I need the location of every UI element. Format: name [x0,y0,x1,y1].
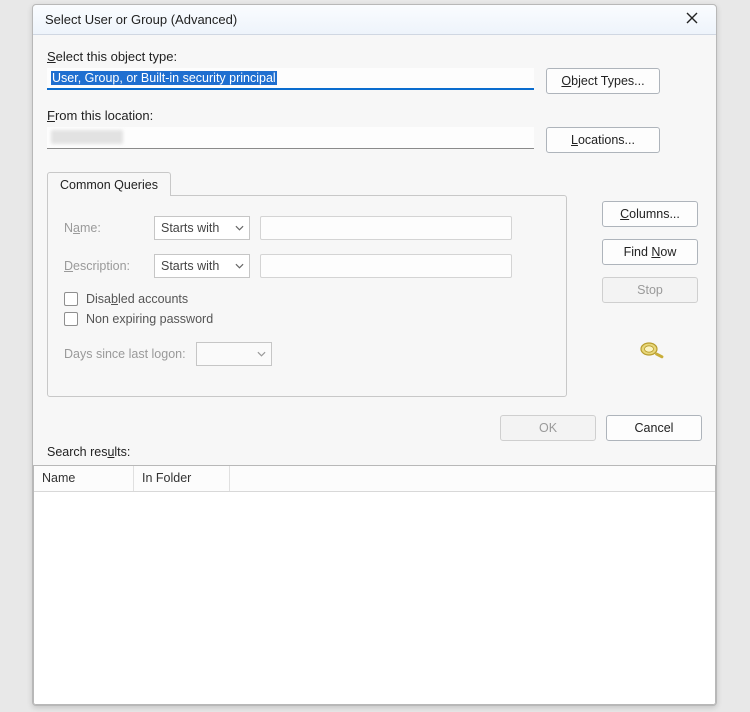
column-header-spacer [230,466,715,491]
object-type-label: Select this object type: [47,49,702,64]
disabled-accounts-label: Disabled accounts [86,292,188,306]
days-since-logon-label: Days since last logon: [64,347,186,361]
name-query-input[interactable] [260,216,512,240]
non-expiring-row: Non expiring password [64,312,550,326]
search-results-grid[interactable]: Name In Folder [33,465,716,705]
days-since-logon-row: Days since last logon: [64,342,550,366]
tab-common-queries[interactable]: Common Queries [47,172,171,196]
column-header-name[interactable]: Name [34,466,134,491]
common-queries-panel: Name: Starts with Description: [47,195,567,397]
dialog-title: Select User or Group (Advanced) [45,12,676,27]
column-header-in-folder[interactable]: In Folder [134,466,230,491]
cancel-button[interactable]: Cancel [606,415,702,441]
object-type-input[interactable]: User, Group, or Built-in security princi… [47,68,534,90]
from-location-row: Locations... [47,127,702,153]
object-types-button[interactable]: Object Types... [546,68,660,94]
search-results-label: Search results: [47,445,702,459]
disabled-accounts-checkbox[interactable] [64,292,78,306]
close-button[interactable] [676,9,708,31]
description-label: Description: [64,259,144,273]
days-since-logon-combo[interactable] [196,342,272,366]
description-query-input[interactable] [260,254,512,278]
find-now-button[interactable]: Find Now [602,239,698,265]
dialog-body: Select this object type: User, Group, or… [33,35,716,705]
non-expiring-label: Non expiring password [86,312,213,326]
chevron-down-icon [235,262,244,271]
from-location-input[interactable] [47,127,534,149]
description-match-combo[interactable]: Starts with [154,254,250,278]
name-query-row: Name: Starts with [64,216,550,240]
stop-button[interactable]: Stop [602,277,698,303]
description-query-row: Description: Starts with [64,254,550,278]
ok-button[interactable]: OK [500,415,596,441]
location-value-redacted [51,130,123,144]
footer-buttons: OK Cancel [47,415,702,441]
object-type-row: User, Group, or Built-in security princi… [47,68,702,94]
select-user-group-dialog: Select User or Group (Advanced) Select t… [32,4,717,706]
disabled-accounts-row: Disabled accounts [64,292,550,306]
name-match-combo[interactable]: Starts with [154,216,250,240]
close-icon [686,12,698,27]
locations-button[interactable]: Locations... [546,127,660,153]
chevron-down-icon [257,350,266,359]
columns-button[interactable]: Columns... [602,201,698,227]
search-icon [637,339,667,364]
grid-body [34,492,715,704]
grid-header: Name In Folder [34,466,715,492]
chevron-down-icon [235,224,244,233]
from-location-label: From this location: [47,108,702,123]
right-button-column: Columns... Find Now Stop [602,201,702,364]
name-label: Name: [64,221,144,235]
non-expiring-checkbox[interactable] [64,312,78,326]
object-type-value: User, Group, or Built-in security princi… [51,71,277,85]
titlebar: Select User or Group (Advanced) [33,5,716,35]
